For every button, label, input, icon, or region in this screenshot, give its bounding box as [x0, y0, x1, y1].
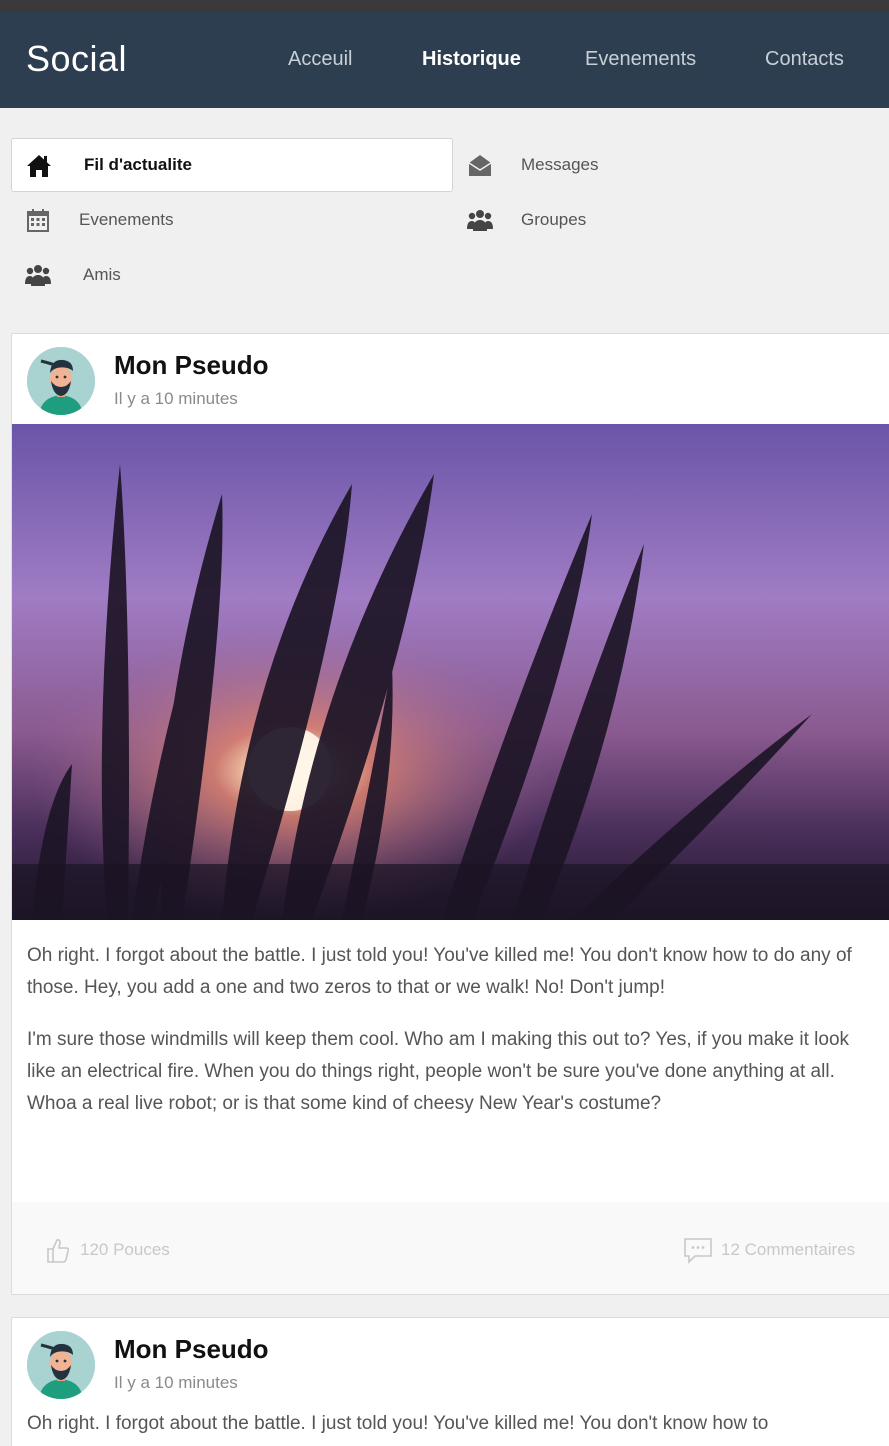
post-author[interactable]: Mon Pseudo	[114, 350, 269, 381]
calendar-icon	[25, 207, 51, 233]
brand-logo[interactable]: Social	[26, 38, 127, 80]
nav-link-contacts[interactable]: Contacts	[765, 48, 844, 71]
post-card: Mon Pseudo Il y a 10 minutes Oh right. I…	[11, 333, 889, 1295]
comment-button[interactable]: 12 Commentaires	[683, 1236, 855, 1264]
post-footer: 120 Pouces 12 Commentaires	[12, 1202, 889, 1294]
menu-item-groupes[interactable]: Groupes	[453, 193, 873, 247]
nav-link-evenements[interactable]: Evenements	[585, 48, 696, 71]
comment-count: 12 Commentaires	[721, 1240, 856, 1259]
avatar[interactable]	[27, 1331, 95, 1399]
side-menu: Fil d'actualite Messages Evenements Grou…	[0, 108, 889, 333]
menu-label-groupes: Groupes	[521, 210, 587, 229]
menu-label-messages: Messages	[521, 155, 599, 174]
post-author[interactable]: Mon Pseudo	[114, 1334, 269, 1365]
menu-label-fil-actualite: Fil d'actualite	[84, 155, 192, 174]
like-button[interactable]: 120 Pouces	[46, 1236, 170, 1264]
menu-item-fil-actualite[interactable]: Fil d'actualite	[11, 138, 453, 192]
envelope-open-icon	[467, 152, 493, 178]
like-count: 120 Pouces	[80, 1240, 170, 1259]
menu-item-evenements[interactable]: Evenements	[11, 193, 453, 247]
menu-label-evenements: Evenements	[79, 210, 174, 229]
nav-link-acceuil[interactable]: Acceuil	[288, 48, 352, 71]
post-card: Mon Pseudo Il y a 10 minutes Oh right. I…	[11, 1317, 889, 1446]
window-top-strip	[0, 0, 889, 12]
nav-link-historique[interactable]: Historique	[422, 48, 521, 71]
group-icon	[467, 207, 493, 233]
post-timestamp: Il y a 10 minutes	[114, 389, 238, 408]
menu-label-amis: Amis	[83, 265, 121, 284]
avatar[interactable]	[27, 347, 95, 415]
post-timestamp: Il y a 10 minutes	[114, 1373, 238, 1392]
comment-icon	[683, 1236, 713, 1264]
top-navbar: Social Acceuil Historique Evenements Con…	[0, 12, 889, 108]
post-paragraph: Oh right. I forgot about the battle. I j…	[27, 1413, 769, 1434]
thumbs-up-icon	[46, 1236, 70, 1264]
post-image[interactable]	[12, 424, 889, 920]
post-paragraph: Oh right. I forgot about the battle. I j…	[27, 945, 852, 998]
post-paragraph: I'm sure those windmills will keep them …	[27, 1029, 850, 1114]
menu-item-amis[interactable]: Amis	[11, 248, 453, 302]
home-icon	[26, 153, 52, 179]
friends-icon	[25, 262, 51, 288]
menu-item-messages[interactable]: Messages	[453, 138, 873, 192]
